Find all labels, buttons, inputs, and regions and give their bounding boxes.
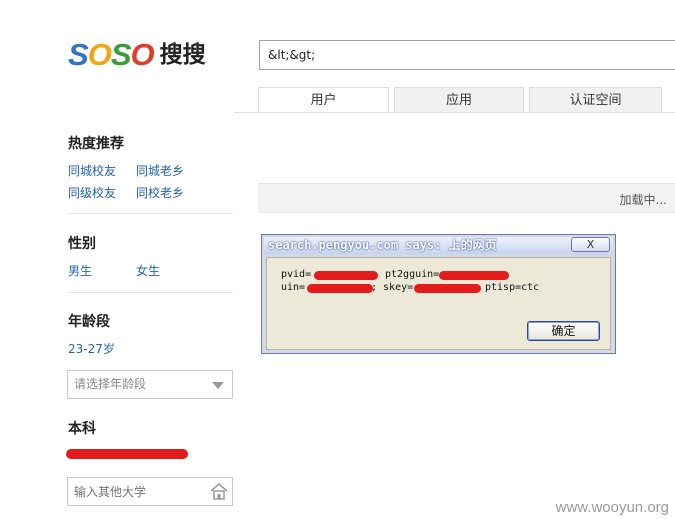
redacted-pvid [314, 271, 378, 280]
filter-same-city-alumni[interactable]: 同城校友 [68, 162, 116, 179]
watermark: www.wooyun.org [555, 499, 669, 516]
redacted-college-name [66, 449, 188, 459]
filter-age-23-27[interactable]: 23-27岁 [68, 340, 115, 357]
age-range-title: 年龄段 [68, 314, 110, 330]
other-college-input[interactable] [67, 477, 233, 506]
chevron-down-icon [212, 382, 224, 389]
cookie-ptisp: ptisp=ctc [485, 282, 540, 293]
logo-wordmark: SOSO [68, 37, 155, 72]
cookie-skey-label: ; skey= [371, 282, 414, 293]
sidebar-divider [68, 213, 233, 214]
tab-label: 用户 [310, 93, 337, 108]
redacted-skey [414, 284, 481, 293]
logo-letter: S [110, 37, 132, 72]
cookie-pvid-label: pvid= [281, 269, 312, 280]
tabs-divider [234, 112, 675, 113]
search-input[interactable] [259, 40, 675, 70]
redacted-uin [307, 284, 373, 293]
alert-dialog: search.pengyou.com says: 上的网页 X pvid= pt… [261, 234, 616, 354]
logo-letter: S [68, 37, 89, 72]
tab-label: 应用 [445, 93, 472, 108]
tab-users[interactable]: 用户 [258, 87, 389, 113]
tab-verified-space[interactable]: 认证空间 [529, 87, 662, 112]
loading-text: 加载中... [619, 193, 667, 207]
soso-logo[interactable]: SOSO 搜搜 [68, 38, 206, 72]
close-button[interactable]: X [571, 237, 610, 252]
home-icon[interactable] [210, 483, 228, 500]
dialog-title: search.pengyou.com says: 上的网页 [268, 238, 497, 252]
college-title: 本科 [68, 421, 96, 437]
ok-button[interactable]: 确定 [527, 321, 600, 341]
dialog-body: pvid= pt2gguin= uin= ; skey= ptisp=ctc 确… [266, 257, 611, 350]
ok-label: 确定 [551, 324, 576, 338]
cookie-pt2gguin-label: pt2gguin= [385, 269, 440, 280]
cookie-uin-label: uin= [281, 282, 306, 293]
age-range-select[interactable]: 请选择年龄段 [67, 370, 233, 399]
logo-letter: O [87, 37, 112, 72]
age-select-placeholder: 请选择年龄段 [74, 377, 147, 391]
tab-label: 认证空间 [569, 93, 622, 108]
redacted-pt2gguin [439, 271, 509, 280]
tab-apps[interactable]: 应用 [394, 87, 524, 112]
sidebar-divider [68, 292, 233, 293]
filter-same-school-hometown[interactable]: 同校老乡 [136, 184, 184, 201]
logo-letter: O [130, 37, 155, 72]
logo-chinese-text: 搜搜 [159, 42, 206, 68]
filter-same-grade-alumni[interactable]: 同级校友 [68, 184, 116, 201]
loading-bar: 加载中... [258, 183, 675, 213]
gender-title: 性别 [68, 236, 96, 252]
filter-female[interactable]: 女生 [136, 262, 160, 279]
filter-male[interactable]: 男生 [68, 262, 92, 279]
hot-recommend-title: 热度推荐 [68, 136, 124, 152]
filter-same-city-hometown[interactable]: 同城老乡 [136, 162, 184, 179]
close-icon: X [586, 238, 595, 251]
dialog-title-bar[interactable]: search.pengyou.com says: 上的网页 [264, 237, 613, 254]
